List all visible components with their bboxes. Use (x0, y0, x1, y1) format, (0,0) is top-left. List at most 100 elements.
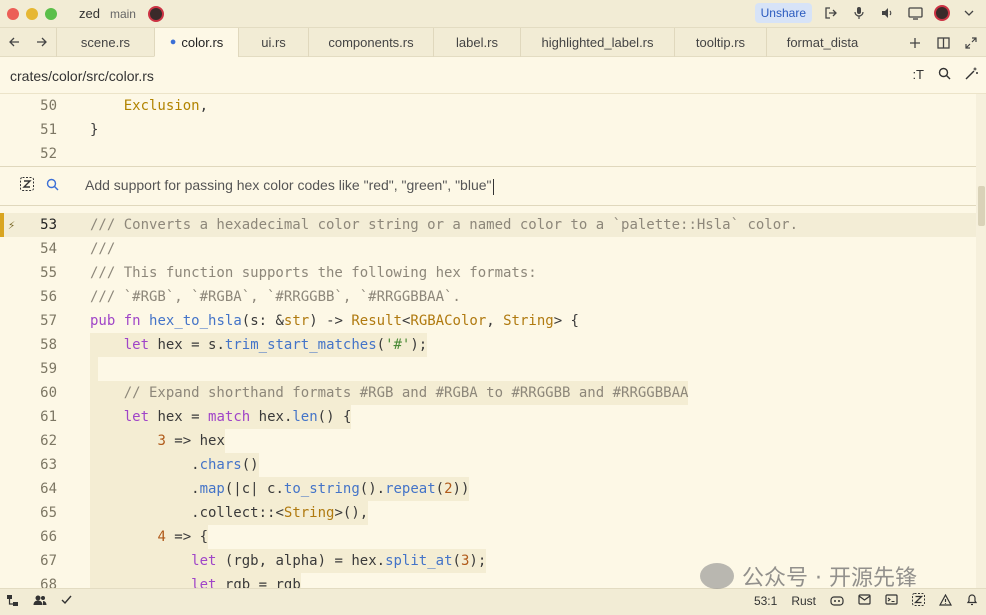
code-line[interactable]: 62 3 => hex (0, 429, 976, 453)
line-code: let hex = s.trim_start_matches('#'); (90, 333, 428, 357)
code-line[interactable]: 54 /// (0, 237, 976, 261)
plus-icon[interactable] (906, 34, 924, 52)
tab-label: label.rs (456, 35, 498, 50)
unshare-button[interactable]: Unshare (754, 3, 812, 23)
tab-ui-rs[interactable]: ui.rs (238, 28, 308, 57)
tab-label: ui.rs (261, 35, 286, 50)
tab-color-rs[interactable]: ● color.rs (154, 28, 238, 57)
tab-label-rs[interactable]: label.rs (433, 28, 520, 57)
minimize-window-button[interactable] (26, 7, 38, 20)
line-code: pub fn hex_to_hsla(s: &str) -> Result<RG… (90, 313, 579, 329)
code-line[interactable]: 52 (0, 142, 976, 166)
title-bar: zed main Unshare (0, 0, 986, 28)
watermark-text: 公众号 · 开源先锋 (742, 566, 917, 591)
code-line[interactable]: 51} (0, 118, 976, 142)
tab-tooltip-rs[interactable]: tooltip.rs (674, 28, 766, 57)
code-line[interactable]: 55 /// This function supports the followi… (0, 261, 976, 285)
status-right: 53:1 Rust (754, 593, 978, 609)
copilot-icon[interactable] (830, 594, 844, 609)
line-number: 65 (40, 505, 57, 521)
tab-components-rs[interactable]: components.rs (308, 28, 433, 57)
assistant-icon[interactable] (912, 593, 925, 609)
collab-panel-icon[interactable] (33, 594, 47, 610)
code-line[interactable]: 66 4 => { (0, 525, 976, 549)
line-number: 52 (40, 146, 57, 162)
back-arrow-icon[interactable] (0, 28, 28, 56)
magic-wand-icon[interactable] (965, 67, 978, 83)
terminal-icon[interactable] (885, 594, 898, 608)
editor-toolbar: :T (912, 67, 978, 83)
tab-label: color.rs (181, 34, 224, 50)
cursor-position[interactable]: 53:1 (754, 594, 777, 608)
leave-icon[interactable] (822, 4, 840, 22)
tab-highlighted-label-rs[interactable]: highlighted_label.rs (520, 28, 674, 57)
code-line[interactable]: ⚡ 53/// Converts a hexadecimal color stri… (0, 213, 976, 237)
scrollbar-thumb[interactable] (978, 186, 985, 226)
code-line[interactable]: 63 .chars() (0, 453, 976, 477)
tab-label: scene.rs (80, 35, 131, 50)
watermark: 公众号 · 开源先锋 (700, 560, 917, 592)
maximize-icon[interactable] (962, 34, 980, 52)
tab-label: components.rs (328, 35, 414, 50)
line-code: let hex = match hex.len() { (90, 405, 352, 429)
tab-label: tooltip.rs (695, 35, 746, 50)
breadcrumb[interactable]: crates/color/src/color.rs (10, 68, 154, 84)
line-code (90, 357, 99, 381)
tab-format-dista[interactable]: format_dista (766, 28, 878, 57)
search-icon[interactable] (938, 67, 951, 83)
maximize-window-button[interactable] (45, 7, 57, 20)
user-avatar[interactable] (934, 5, 950, 21)
assistant-inline-prompt: Add support for passing hex color codes … (0, 166, 976, 206)
line-number: 62 (40, 433, 57, 449)
tab-bar: scene.rs ● color.rs ui.rs components.rs label… (0, 28, 986, 57)
code-line[interactable]: 59 (0, 357, 976, 381)
line-number: 67 (40, 553, 57, 569)
bell-icon[interactable] (966, 593, 978, 609)
speaker-icon[interactable] (878, 4, 896, 22)
line-code: 4 => { (90, 525, 209, 549)
line-code: // Expand shorthand formats #RGB and #RG… (90, 381, 689, 405)
project-panel-icon[interactable] (6, 594, 19, 610)
code-line[interactable]: 65 .collect::<String>(), (0, 501, 976, 525)
code-line[interactable]: 56 /// `#RGB`, `#RGBA`, `#RRGGBB`, `#RRGG… (0, 285, 976, 309)
code-line[interactable]: 61 let hex = match hex.len() { (0, 405, 976, 429)
titlebar-actions: Unshare (754, 3, 978, 23)
feedback-icon[interactable] (858, 594, 871, 608)
assistant-prompt-input[interactable]: Add support for passing hex color codes … (85, 177, 494, 195)
line-number: 61 (40, 409, 57, 425)
outline-button[interactable]: :T (912, 67, 924, 83)
branch-name[interactable]: main (110, 7, 136, 21)
language-selector[interactable]: Rust (791, 594, 816, 608)
project-name[interactable]: zed (79, 6, 100, 21)
code-line[interactable]: 64 .map(|c| c.to_string().repeat(2)) (0, 477, 976, 501)
line-number: 55 (40, 265, 57, 281)
checkmark-icon[interactable] (61, 594, 72, 610)
text-caret (492, 178, 494, 195)
code-line[interactable]: 57 pub fn hex_to_hsla(s: &str) -> Result<… (0, 309, 976, 333)
collaborator-avatar[interactable] (147, 5, 164, 22)
tab-scene-rs[interactable]: scene.rs (56, 28, 154, 57)
split-pane-icon[interactable] (934, 34, 952, 52)
editor-scrollbar[interactable] (976, 94, 986, 588)
line-number: 51 (40, 122, 57, 138)
zed-ai-icon (20, 177, 34, 195)
line-number: 58 (40, 337, 57, 353)
mic-icon[interactable] (850, 4, 868, 22)
code-line[interactable]: 50 Exclusion, (0, 94, 976, 118)
tab-label: format_dista (786, 35, 859, 50)
line-code: /// `#RGB`, `#RGBA`, `#RRGGBB`, `#RRGGBB… (90, 289, 461, 305)
close-window-button[interactable] (7, 7, 19, 20)
tabs: scene.rs ● color.rs ui.rs components.rs label… (56, 28, 902, 57)
code-line[interactable]: 58 let hex = s.trim_start_matches('#'); (0, 333, 976, 357)
code-line[interactable]: 60 // Expand shorthand formats #RGB and … (0, 381, 976, 405)
modified-dot-icon: ● (169, 36, 177, 48)
chevron-down-icon[interactable] (960, 4, 978, 22)
screen-share-icon[interactable] (906, 4, 924, 22)
line-code: let (rgb, alpha) = hex.split_at(3); (90, 549, 487, 573)
line-number: 64 (40, 481, 57, 497)
warning-icon[interactable] (938, 593, 953, 609)
line-number: 54 (40, 241, 57, 257)
forward-arrow-icon[interactable] (28, 28, 56, 56)
search-icon[interactable] (46, 178, 59, 194)
